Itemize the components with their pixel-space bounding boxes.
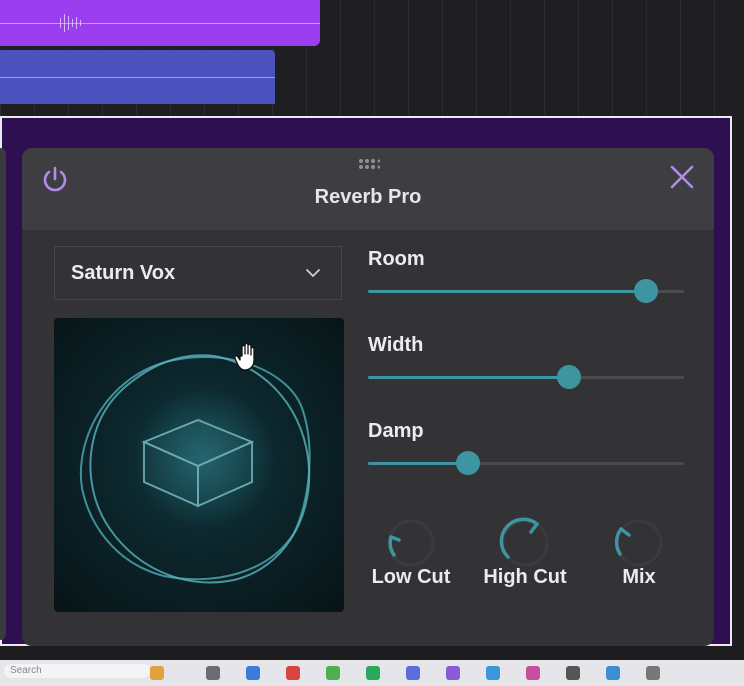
width-slider[interactable]: Width	[368, 334, 684, 394]
taskbar-app-icon[interactable]	[646, 666, 660, 680]
room-visualizer[interactable]	[54, 318, 344, 612]
room-slider[interactable]: Room	[368, 248, 684, 308]
taskbar-app-icon[interactable]	[406, 666, 420, 680]
chevron-down-icon	[306, 269, 320, 277]
taskbar-app-icon[interactable]	[366, 666, 380, 680]
low-cut-knob-dial[interactable]	[384, 516, 438, 570]
taskbar-app-icon[interactable]	[566, 666, 580, 680]
room-visualizer-graphic	[79, 354, 311, 584]
damp-slider-fill	[368, 462, 468, 465]
damp-slider-thumb[interactable]	[455, 451, 480, 475]
room-slider-label: Room	[368, 248, 425, 270]
mix-knob[interactable]: Mix	[584, 516, 694, 596]
audio-clip-purple[interactable]	[0, 0, 320, 46]
width-slider-thumb[interactable]	[556, 365, 581, 389]
width-slider-fill	[368, 376, 569, 379]
high-cut-knob[interactable]: High Cut	[470, 516, 580, 596]
drag-handle-icon[interactable]	[358, 158, 380, 170]
hand-cursor-icon	[234, 342, 255, 371]
side-panel-edge	[0, 148, 6, 640]
taskbar-app-icon[interactable]	[286, 666, 300, 680]
close-icon[interactable]	[668, 163, 696, 191]
taskbar-app-icon[interactable]	[206, 666, 220, 680]
taskbar-app-icon[interactable]	[526, 666, 540, 680]
mix-label: Mix	[622, 566, 656, 588]
taskbar-app-icon[interactable]	[150, 666, 164, 680]
low-cut-knob[interactable]: Low Cut	[356, 516, 466, 596]
room-slider-thumb[interactable]	[634, 279, 659, 303]
room-slider-track[interactable]	[368, 279, 684, 303]
taskbar-app-icon[interactable]	[326, 666, 340, 680]
taskbar-app-icon[interactable]	[246, 666, 260, 680]
damp-slider[interactable]: Damp	[368, 420, 684, 480]
plugin-title: Reverb Pro	[314, 186, 422, 208]
taskbar-search[interactable]: Search	[4, 664, 150, 678]
damp-slider-label: Damp	[368, 420, 424, 442]
high-cut-knob-dial[interactable]	[498, 516, 552, 570]
clip-waveform	[0, 23, 320, 24]
width-slider-label: Width	[368, 334, 424, 356]
room-slider-fill	[368, 290, 647, 293]
preset-value: Saturn Vox	[71, 262, 176, 284]
damp-slider-track[interactable]	[368, 451, 684, 475]
audio-clip-blue[interactable]	[0, 50, 275, 104]
high-cut-label: High Cut	[483, 566, 567, 588]
taskbar-app-icon[interactable]	[486, 666, 500, 680]
low-cut-label: Low Cut	[371, 566, 451, 588]
daw-timeline	[0, 0, 744, 120]
plugin-header[interactable]: Reverb Pro	[22, 148, 714, 230]
clip-waveform	[0, 77, 275, 78]
width-slider-track[interactable]	[368, 365, 684, 389]
mix-knob-dial[interactable]	[612, 516, 666, 570]
taskbar-app-icon[interactable]	[606, 666, 620, 680]
reverb-plugin-panel: Reverb Pro Saturn Vox Room Width Damp Lo…	[22, 148, 714, 646]
preset-dropdown[interactable]: Saturn Vox	[54, 246, 342, 300]
os-taskbar: Search	[0, 660, 744, 686]
taskbar-app-icon[interactable]	[446, 666, 460, 680]
